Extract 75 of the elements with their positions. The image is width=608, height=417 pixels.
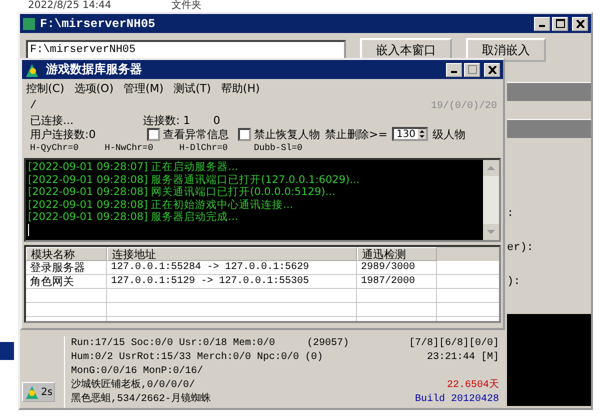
log-line: [2022-09-01 09:28:08] 服务器通讯端口已打开(127.0.0.1:6029)... bbox=[28, 174, 361, 186]
close-button[interactable] bbox=[484, 62, 500, 76]
column-header[interactable]: 连接地址 bbox=[107, 247, 357, 261]
status-value: 22.6504天 bbox=[446, 379, 499, 393]
server-logo-icon bbox=[25, 62, 41, 76]
counter-text: 19/(0/0)/20 bbox=[430, 100, 497, 112]
maximize-icon bbox=[556, 19, 564, 28]
status-text: MonG:0/0/16 MonP:0/16/ bbox=[71, 365, 204, 378]
path-text: / bbox=[30, 100, 37, 112]
status-text: 黑色恶蛆,534/2662-月镜蜘蛛 bbox=[71, 393, 212, 407]
checkbox-option[interactable]: 查看异常信息 bbox=[147, 126, 229, 142]
status-text: 沙城铁匠铺老板,0/0/0/0/ bbox=[71, 379, 196, 392]
table-cell-text: 角色网关 bbox=[29, 275, 75, 289]
stat-text: Dubb-Sl=0 bbox=[254, 143, 302, 153]
table-cell-text: 2989/3000 bbox=[360, 261, 416, 275]
label-fragment: ): bbox=[507, 276, 520, 288]
user-connections: 用户连接数:0 bbox=[30, 126, 97, 142]
app-icon bbox=[23, 18, 35, 30]
column-header[interactable]: 通迅检测 bbox=[357, 247, 437, 261]
embed-button[interactable]: 取消嵌入 bbox=[466, 38, 546, 62]
level-spinner[interactable]: 130 bbox=[392, 127, 428, 141]
minimize-icon bbox=[451, 71, 457, 73]
window-title: F:\mirserverNH05 bbox=[40, 16, 156, 30]
label-fragment: er): bbox=[507, 242, 534, 254]
status-value: [7/8][6/8][0/0] bbox=[408, 337, 499, 351]
checkbox[interactable] bbox=[147, 128, 160, 140]
table-cell-text: 127.0.0.1:5129 -> 127.0.0.1:55305 bbox=[110, 275, 310, 289]
checkbox-label: 查看异常信息 bbox=[163, 126, 229, 142]
checkbox-option[interactable]: 禁止恢复人物 bbox=[238, 126, 320, 142]
delete-limit-label: 禁止删除>= bbox=[325, 126, 388, 142]
stat-text: H-QyChr=0 bbox=[30, 143, 79, 153]
checkbox-label: 禁止恢复人物 bbox=[254, 126, 320, 142]
stat-text: H-NwChr=0 bbox=[104, 143, 154, 153]
status-text: Run:17/15 Soc:0/0 Usr:0/18 Mem:0/0 bbox=[71, 337, 276, 351]
status-count: (29057) bbox=[307, 337, 350, 351]
menu-item[interactable]: 测试(T) bbox=[174, 81, 211, 97]
menu-item[interactable]: 选项(O) bbox=[74, 81, 114, 97]
log-line: [2022-09-01 09:28:08] 正在初始游戏中心通讯连接... bbox=[28, 198, 294, 211]
table-cell-text: 登录服务器 bbox=[29, 261, 86, 275]
log-line: [2022-09-01 09:28:07] 正在启动服务器... bbox=[28, 161, 240, 174]
menu-item[interactable]: 管理(M) bbox=[124, 81, 164, 97]
column-header[interactable]: 模块名称 bbox=[26, 247, 107, 261]
text-cursor bbox=[28, 224, 29, 236]
maximize-button[interactable] bbox=[552, 16, 568, 30]
desktop-block bbox=[0, 342, 14, 360]
connection-count: 0 bbox=[213, 114, 220, 126]
minimize-button[interactable] bbox=[446, 62, 462, 76]
server-logo-icon bbox=[24, 384, 40, 400]
menu-item[interactable]: 帮助(H) bbox=[220, 81, 260, 97]
path-field[interactable]: F:\mirserverNH05 bbox=[26, 40, 346, 60]
window-title: 游戏数据库服务器 bbox=[46, 61, 142, 78]
spin-arrows-icon[interactable] bbox=[418, 129, 426, 139]
connection-status: 已连接... bbox=[30, 112, 74, 128]
log-line: [2022-09-01 09:28:08] 服务器启动完成... bbox=[28, 211, 240, 224]
checkbox[interactable] bbox=[238, 128, 251, 140]
status-text: Hum:0/2 UsrRot:15/33 Merch:0/0 Npc:0/0 (0) bbox=[71, 351, 324, 365]
maximize-icon bbox=[468, 65, 476, 74]
status-value: 23:21:44 [M] bbox=[426, 351, 499, 365]
status-value: Build 20120428 bbox=[414, 393, 499, 407]
maximize-button[interactable] bbox=[464, 62, 480, 76]
table-cell-text: 1987/2000 bbox=[360, 275, 416, 289]
close-icon bbox=[576, 20, 584, 28]
desktop-timestamp: 2022/8/25 14:44 bbox=[28, 0, 112, 12]
stat-text: H-DlChr=0 bbox=[179, 143, 228, 153]
delete-limit-suffix: 级人物 bbox=[432, 126, 466, 142]
log-line: [2022-09-01 09:28:08] 网关通讯端口已打开(0.0.0.0:5129)... bbox=[28, 186, 336, 198]
taskbar-item[interactable]: 2s bbox=[22, 382, 55, 402]
menu-item[interactable]: 控制(C) bbox=[26, 81, 64, 97]
minimize-button[interactable] bbox=[534, 16, 550, 30]
close-button[interactable] bbox=[572, 16, 588, 30]
minimize-icon bbox=[539, 25, 545, 27]
connection-count: 连接数: 1 bbox=[143, 112, 190, 128]
table-cell-text: 127.0.0.1:55284 -> 127.0.0.1:5629 bbox=[110, 261, 310, 275]
close-icon bbox=[488, 66, 496, 74]
label-fragment: : bbox=[507, 208, 514, 220]
